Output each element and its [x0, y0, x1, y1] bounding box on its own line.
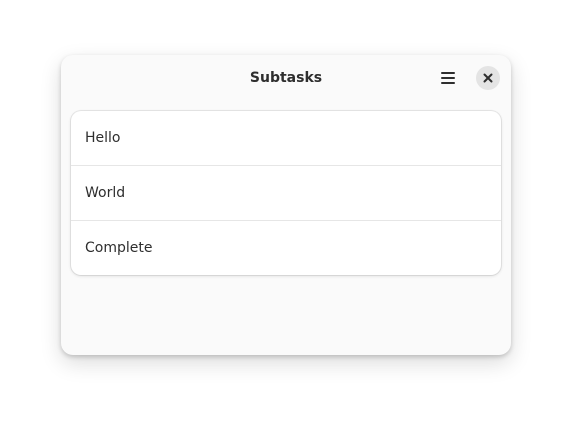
- list-item[interactable]: Hello: [71, 111, 501, 166]
- subtask-list: Hello World Complete: [71, 111, 501, 275]
- subtasks-window: Subtasks Hello World Complete: [61, 55, 511, 355]
- hamburger-menu-icon: [441, 72, 455, 84]
- list-item-label: Complete: [85, 240, 153, 256]
- main-menu-button[interactable]: [434, 65, 462, 91]
- close-button[interactable]: [476, 66, 500, 90]
- list-item[interactable]: Complete: [71, 221, 501, 275]
- list-item-label: Hello: [85, 130, 121, 146]
- list-item[interactable]: World: [71, 166, 501, 221]
- list-item-label: World: [85, 185, 126, 201]
- close-icon: [483, 73, 493, 83]
- header-bar: Subtasks: [61, 55, 511, 101]
